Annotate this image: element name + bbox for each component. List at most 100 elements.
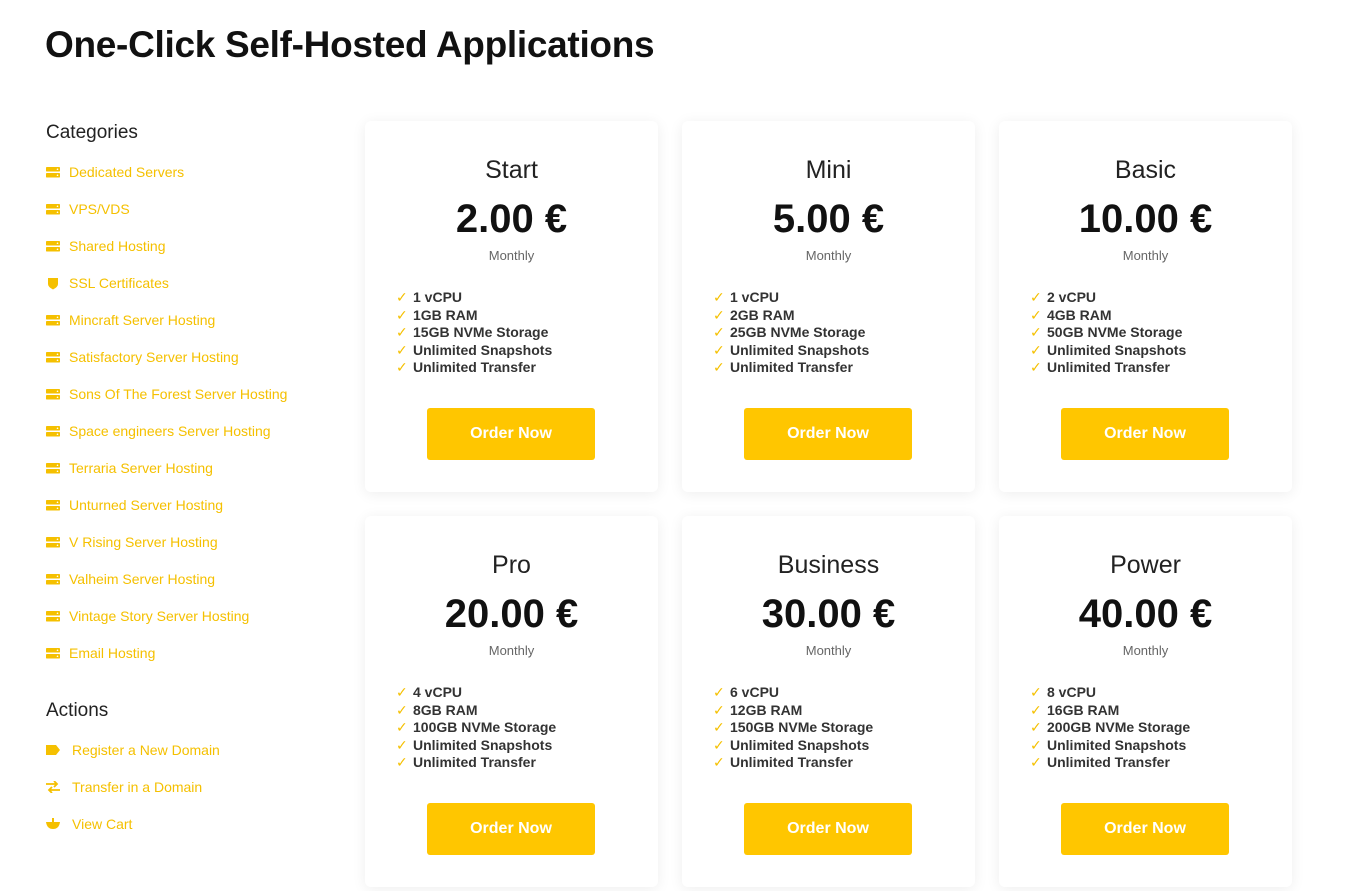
feature-item: ✓ 12GB RAM: [713, 702, 975, 720]
feature-item: ✓ Unlimited Transfer: [396, 359, 658, 377]
category-link-terraria-server-hosting[interactable]: Terraria Server Hosting: [46, 460, 346, 497]
category-link-label: Mincraft Server Hosting: [69, 312, 216, 328]
plan-card-start: Start 2.00 € Monthly ✓ 1 vCPU ✓ 1GB RAM ✓ 15GB N…: [365, 121, 658, 492]
action-link-transfer-in-a-domain[interactable]: Transfer in a Domain: [46, 779, 346, 816]
plan-price: 5.00 €: [772, 197, 885, 241]
action-link-view-cart[interactable]: View Cart: [46, 816, 346, 853]
feature-text: 25GB NVMe Storage: [730, 324, 866, 341]
category-link-space-engineers-server-hosting[interactable]: Space engineers Server Hosting: [46, 423, 346, 460]
check-icon: ✓: [713, 324, 725, 341]
order-now-button[interactable]: Order Now: [744, 408, 912, 460]
cart-icon: [46, 818, 60, 830]
server-icon: [46, 462, 60, 474]
category-link-dedicated-servers[interactable]: Dedicated Servers: [46, 164, 346, 201]
server-icon: [46, 203, 60, 215]
category-link-v-rising-server-hosting[interactable]: V Rising Server Hosting: [46, 534, 346, 571]
feature-item: ✓ 16GB RAM: [1030, 702, 1292, 720]
category-link-ssl-certificates[interactable]: SSL Certificates: [46, 275, 346, 312]
feature-text: 8 vCPU: [1047, 684, 1097, 700]
feature-item: ✓ Unlimited Snapshots: [1030, 737, 1292, 755]
plan-name: Basic: [1114, 156, 1177, 184]
feature-text: Unlimited Snapshots: [730, 341, 870, 358]
feature-item: ✓ Unlimited Snapshots: [713, 737, 975, 755]
category-link-email-hosting[interactable]: Email Hosting: [46, 645, 346, 682]
plan-price: 2.00 €: [455, 197, 568, 241]
plan-name: Mini: [805, 156, 852, 184]
check-icon: ✓: [1030, 719, 1042, 736]
check-icon: ✓: [713, 719, 725, 736]
feature-text: 50GB NVMe Storage: [1047, 324, 1183, 341]
shield-icon: [46, 277, 60, 289]
category-link-label: Vintage Story Server Hosting: [69, 608, 250, 624]
category-link-label: VPS/VDS: [69, 201, 130, 217]
server-icon: [46, 610, 60, 622]
feature-item: ✓ 2GB RAM: [713, 307, 975, 325]
feature-text: 4 vCPU: [413, 684, 463, 700]
feature-item: ✓ 1 vCPU: [713, 289, 975, 307]
order-now-button[interactable]: Order Now: [427, 803, 595, 855]
category-link-vintage-story-server-hosting[interactable]: Vintage Story Server Hosting: [46, 608, 346, 645]
action-link-label: Transfer in a Domain: [72, 779, 203, 795]
check-icon: ✓: [1030, 359, 1042, 376]
check-icon: ✓: [713, 684, 725, 700]
category-link-sons-of-the-forest-server-hosting[interactable]: Sons Of The Forest Server Hosting: [46, 386, 346, 423]
check-icon: ✓: [396, 341, 408, 358]
feature-text: Unlimited Snapshots: [730, 736, 870, 753]
category-link-satisfactory-server-hosting[interactable]: Satisfactory Server Hosting: [46, 349, 346, 386]
category-link-mincraft-server-hosting[interactable]: Mincraft Server Hosting: [46, 312, 346, 349]
feature-item: ✓ 100GB NVMe Storage: [396, 719, 658, 737]
check-icon: ✓: [396, 289, 408, 305]
check-icon: ✓: [396, 719, 408, 736]
check-icon: ✓: [396, 736, 408, 753]
check-icon: ✓: [713, 289, 725, 305]
feature-list: ✓ 4 vCPU ✓ 8GB RAM ✓ 100GB NVMe Storage ✓ Unlim…: [396, 684, 658, 772]
plan-name: Pro: [492, 551, 531, 579]
actions-list: Register a New Domain Transfer in a Domai…: [46, 742, 346, 853]
sidebar: Categories Dedicated Servers VPS/VDS Share…: [46, 122, 346, 853]
category-link-valheim-server-hosting[interactable]: Valheim Server Hosting: [46, 571, 346, 608]
category-link-label: Terraria Server Hosting: [69, 460, 213, 476]
categories-heading: Categories: [46, 122, 138, 143]
feature-text: 1 vCPU: [413, 289, 463, 305]
feature-text: Unlimited Transfer: [413, 359, 536, 376]
order-now-button[interactable]: Order Now: [427, 408, 595, 460]
plan-card-power: Power 40.00 € Monthly ✓ 8 vCPU ✓ 16GB RAM ✓ 200G…: [999, 516, 1292, 887]
feature-text: Unlimited Snapshots: [1047, 736, 1187, 753]
check-icon: ✓: [1030, 754, 1042, 771]
server-icon: [46, 240, 60, 252]
feature-item: ✓ Unlimited Snapshots: [396, 342, 658, 360]
feature-item: ✓ Unlimited Snapshots: [1030, 342, 1292, 360]
feature-text: 150GB NVMe Storage: [730, 719, 874, 736]
check-icon: ✓: [396, 701, 408, 718]
plan-period: Monthly: [488, 248, 535, 263]
order-now-button[interactable]: Order Now: [1061, 408, 1229, 460]
server-icon: [46, 499, 60, 511]
category-link-label: Dedicated Servers: [69, 164, 185, 180]
category-link-shared-hosting[interactable]: Shared Hosting: [46, 238, 346, 275]
category-link-unturned-server-hosting[interactable]: Unturned Server Hosting: [46, 497, 346, 534]
server-icon: [46, 647, 60, 659]
check-icon: ✓: [713, 701, 725, 718]
order-now-button[interactable]: Order Now: [744, 803, 912, 855]
check-icon: ✓: [1030, 701, 1042, 718]
feature-text: 15GB NVMe Storage: [413, 324, 549, 341]
feature-text: Unlimited Snapshots: [1047, 341, 1187, 358]
plan-card-mini: Mini 5.00 € Monthly ✓ 1 vCPU ✓ 2GB RAM ✓ 25GB NV…: [682, 121, 975, 492]
category-link-label: Email Hosting: [69, 645, 156, 661]
category-link-label: Space engineers Server Hosting: [69, 423, 271, 439]
check-icon: ✓: [396, 324, 408, 341]
feature-item: ✓ 8 vCPU: [1030, 684, 1292, 702]
plan-name: Business: [777, 551, 880, 579]
plan-period: Monthly: [1122, 248, 1169, 263]
plan-period: Monthly: [488, 643, 535, 658]
feature-item: ✓ Unlimited Transfer: [713, 359, 975, 377]
category-link-vps-vds[interactable]: VPS/VDS: [46, 201, 346, 238]
feature-text: Unlimited Transfer: [1047, 359, 1170, 376]
page-title: One-Click Self-Hosted Applications: [45, 24, 655, 65]
order-now-button[interactable]: Order Now: [1061, 803, 1229, 855]
category-link-label: Shared Hosting: [69, 238, 166, 254]
feature-text: 1 vCPU: [730, 289, 780, 305]
plan-price: 20.00 €: [444, 592, 579, 636]
action-link-register-a-new-domain[interactable]: Register a New Domain: [46, 742, 346, 779]
check-icon: ✓: [713, 341, 725, 358]
